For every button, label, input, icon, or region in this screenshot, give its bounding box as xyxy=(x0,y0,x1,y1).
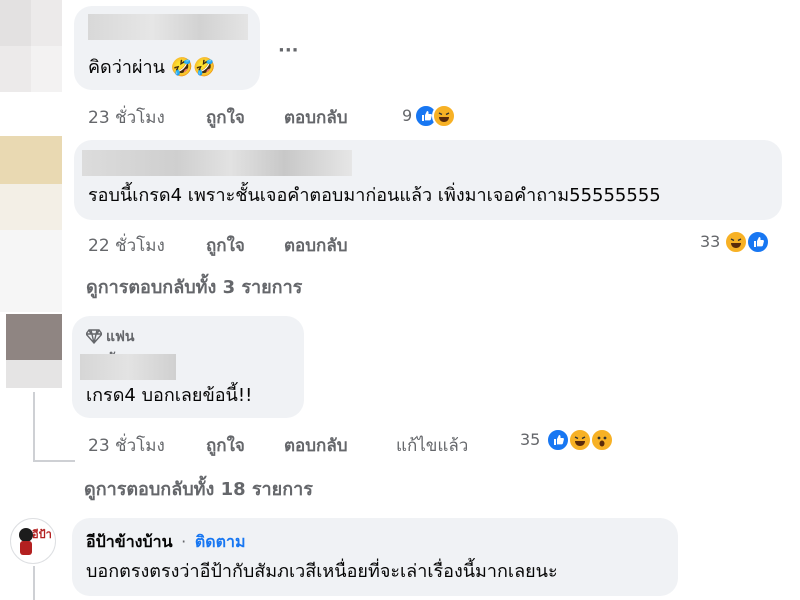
reaction-summary[interactable]: 9 xyxy=(402,104,472,130)
comment-text: บอกตรงตรงว่าอีป้ากับสัมภเวสีเหนื่อยที่จะ… xyxy=(86,561,558,582)
comment-actions: 23 ชั่วโมง ถูกใจ ตอบกลับ xyxy=(88,104,388,128)
page-avatar[interactable]: อีป้า xyxy=(10,518,56,564)
avatar-blurred[interactable] xyxy=(0,136,62,312)
reply-button[interactable]: ตอบกลับ xyxy=(284,232,348,259)
comment-bubble: คิดว่าผ่าน 🤣🤣 xyxy=(74,6,260,90)
timestamp[interactable]: 23 ชั่วโมง xyxy=(88,104,165,131)
avatar-blurred[interactable] xyxy=(6,314,62,388)
reply-button[interactable]: ตอบกลับ xyxy=(284,104,348,131)
view-replies-link[interactable]: ดูการตอบกลับทั้ง 18 รายการ xyxy=(84,474,313,503)
comment-text: คิดว่าผ่าน 🤣🤣 xyxy=(88,57,216,78)
follow-button[interactable]: ติดตาม xyxy=(195,532,246,551)
separator: · xyxy=(181,532,187,551)
haha-reaction-icon xyxy=(724,230,748,254)
wow-reaction-icon xyxy=(590,428,614,452)
comment-text: เกรด4 บอกเลยข้อนี้!! xyxy=(86,385,253,406)
reaction-count: 33 xyxy=(700,232,721,251)
reaction-summary[interactable]: 35 xyxy=(520,428,630,454)
commenter-name-blurred[interactable] xyxy=(88,14,248,40)
more-options-icon[interactable]: ··· xyxy=(278,40,299,61)
commenter-name-blurred[interactable] xyxy=(80,354,176,380)
thread-line xyxy=(33,460,75,462)
avatar-text: อีป้า xyxy=(32,528,52,541)
like-reaction-icon xyxy=(546,428,570,452)
like-button[interactable]: ถูกใจ xyxy=(206,232,245,259)
author-name[interactable]: อีป้าข้างบ้าน xyxy=(86,532,173,551)
view-replies-link[interactable]: ดูการตอบกลับทั้ง 3 รายการ xyxy=(86,272,302,301)
comment-header: อีป้าข้างบ้าน · ติดตาม xyxy=(86,530,246,555)
diamond-icon xyxy=(86,329,102,344)
thread-line xyxy=(33,392,35,462)
like-button[interactable]: ถูกใจ xyxy=(206,104,245,131)
avatar-blurred[interactable] xyxy=(0,0,62,92)
comment-bubble: อีป้าข้างบ้าน · ติดตาม บอกตรงตรงว่าอีป้า… xyxy=(72,518,678,596)
reply-button[interactable]: ตอบกลับ xyxy=(284,432,348,459)
commenter-name-blurred[interactable] xyxy=(82,150,352,176)
timestamp[interactable]: 23 ชั่วโมง xyxy=(88,432,165,459)
like-reaction-icon xyxy=(746,230,770,254)
haha-reaction-icon xyxy=(432,104,456,128)
comment-bubble: รอบนี้เกรด4 เพราะชั้นเจอคำตอบมาก่อนแล้ว … xyxy=(74,140,782,220)
comment-actions: 22 ชั่วโมง ถูกใจ ตอบกลับ xyxy=(88,232,388,256)
comment-actions: 23 ชั่วโมง ถูกใจ ตอบกลับ แก้ไขแล้ว xyxy=(88,432,508,456)
like-button[interactable]: ถูกใจ xyxy=(206,432,245,459)
timestamp[interactable]: 22 ชั่วโมง xyxy=(88,232,165,259)
thread-line xyxy=(33,566,35,600)
haha-reaction-icon xyxy=(568,428,592,452)
reaction-count: 35 xyxy=(520,430,541,449)
edited-label: แก้ไขแล้ว xyxy=(396,436,469,456)
reaction-summary[interactable]: 33 xyxy=(700,230,780,256)
comment-text: รอบนี้เกรด4 เพราะชั้นเจอคำตอบมาก่อนแล้ว … xyxy=(88,185,661,206)
comment-bubble: แฟนตัวยง เกรด4 บอกเลยข้อนี้!! xyxy=(72,316,304,418)
reaction-count: 9 xyxy=(402,106,413,125)
